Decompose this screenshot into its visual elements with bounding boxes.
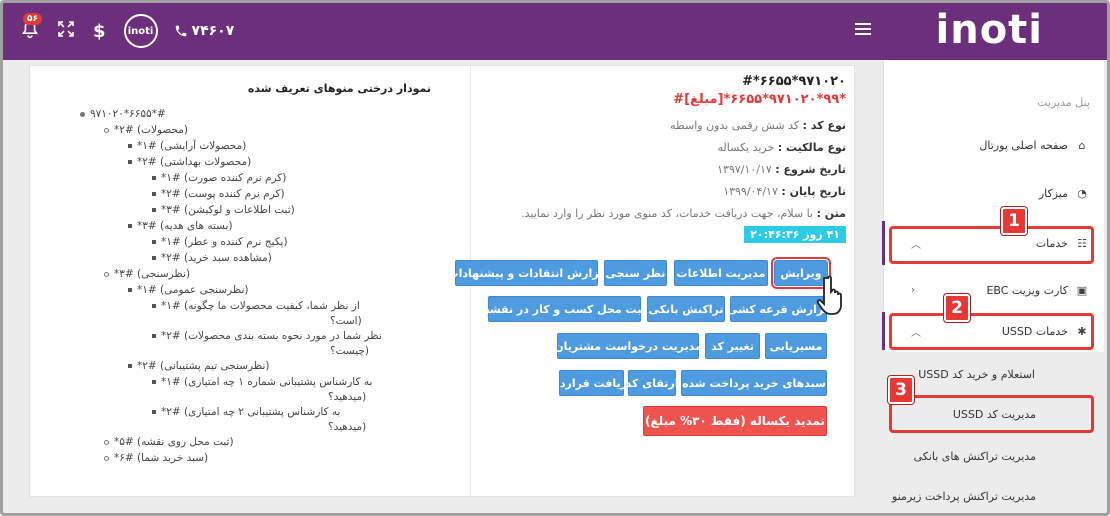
menu-toggle-icon[interactable] [855,23,871,36]
sidebar-item-label: کارت ویزیت EBC [986,283,1068,297]
sidebar-item-sub-payment-manage[interactable]: مدیریت تراکنش پرداخت زیرمنو [883,490,1104,503]
renew-yearly-button[interactable]: تمدید یکساله (فقط ۳۰% مبلغ) [643,406,827,436]
sidebar-item-ussd-inquiry[interactable]: استعلام و خرید کد USSD [883,368,1104,381]
brand-logo[interactable]: inoti [936,7,1044,53]
action-buttons: گزارش انتقادات و پیشنهادات نظر سنجی مدیر… [30,66,856,498]
pointer-hand-icon [816,274,854,326]
dashboard-icon: ◔ [1077,186,1087,200]
home-icon: ⌂ [1078,138,1086,152]
fullscreen-icon[interactable] [57,20,75,43]
id-card-icon: ▣ [1076,283,1088,297]
sidebar-item-ebc[interactable]: ▣ کارت ویزیت EBC ‹ [883,281,1104,299]
sidebar: پنل مدیریت ⌂ صفحه اصلی پورتال ◔ میزکار ☷… [882,60,1104,513]
manage-info-button[interactable]: مدیریت اطلاعات [674,260,768,286]
chevron-left-icon: ‹ [911,284,915,296]
phone-icon [175,25,186,37]
ussd-services-highlight-box [889,313,1094,350]
inoti-circle-logo[interactable]: inoti [123,14,158,48]
sidebar-panel-title: پنل مدیریت [1037,95,1090,109]
paid-baskets-button[interactable]: سبدهای خرید پرداخت شده [681,370,827,396]
bank-transaction-button[interactable]: تراکنش بانکی [647,296,725,322]
top-bar: inoti ۵۶ $ inoti ۷۴۶۰۷ [3,3,1107,60]
top-bar-tools: ۵۶ $ inoti ۷۴۶۰۷ [19,13,234,49]
lottery-report-button[interactable]: گزارش قرعه کشی [727,296,830,322]
ussd-manage-highlight-box [889,395,1094,433]
services-highlight-box [889,226,1094,264]
phone-number-text: ۷۴۶۰۷ [191,23,235,39]
subscriber-requests-button[interactable]: مدیریت درخواست مشتریان [554,333,702,359]
sidebar-item-label: صفحه اصلی پورتال [979,138,1068,152]
ussd-submenu: استعلام و خرید کد USSD مدیریت کد USSD مد… [883,352,1104,513]
phone-number[interactable]: ۷۴۶۰۷ [174,23,235,39]
feedback-report-button-main[interactable]: گزارش انتقادات و پیشنهادات [448,260,605,286]
sidebar-item-desk[interactable]: ◔ میزکار [883,184,1104,202]
upgrade-code-button[interactable]: ارتقای کد [626,370,678,396]
survey-button-main[interactable]: نظر سنجی [604,260,667,286]
step-marker-3: 3 [888,376,914,404]
step-marker-2: 2 [944,294,970,322]
step-marker-1: 1 [1001,207,1027,235]
routing-button[interactable]: مسیریابی [765,333,827,359]
map-location-button[interactable]: ثبت محل کسب و کار در نقشه [483,296,646,322]
change-code-button[interactable]: تغییر کد [705,333,760,359]
notifications-icon[interactable]: ۵۶ [19,13,43,43]
wallet-dollar-icon[interactable]: $ [93,21,106,42]
get-contract-button[interactable]: دریافت قرارداد [550,370,633,396]
sidebar-item-label: میزکار [1038,186,1068,200]
sidebar-item-bank-tx-manage[interactable]: مدیریت تراکنش های بانکی [883,450,1104,463]
sidebar-item-home[interactable]: ⌂ صفحه اصلی پورتال [883,136,1104,154]
notification-count-badge: ۵۶ [23,13,42,25]
app-frame: inoti ۵۶ $ inoti ۷۴۶۰۷ نمودار درختی منوه… [0,0,1110,516]
ussd-code-detail-card: نمودار درختی منوهای تعریف شده #*۶۶۵۵*۹۷۱… [29,65,856,498]
